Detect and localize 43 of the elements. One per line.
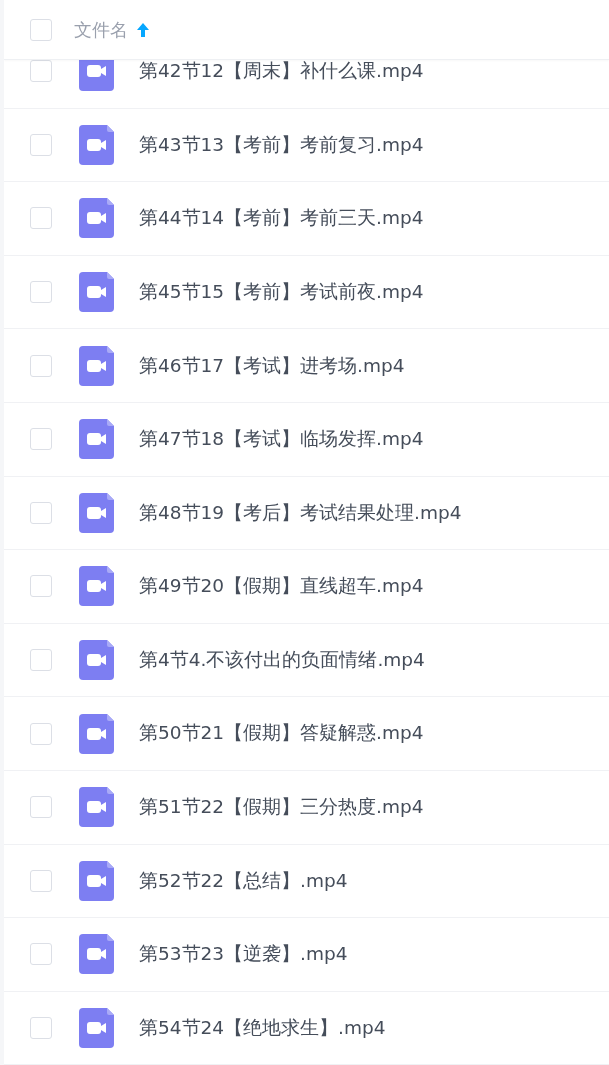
file-name[interactable]: 第49节20【假期】直线超车.mp4	[139, 576, 424, 597]
file-name[interactable]: 第42节12【周末】补什么课.mp4	[139, 61, 424, 82]
video-file-icon	[79, 713, 114, 754]
row-checkbox[interactable]	[30, 722, 52, 745]
row-checkbox[interactable]	[30, 869, 52, 892]
row-checkbox[interactable]	[30, 133, 52, 156]
row-checkbox[interactable]	[30, 501, 52, 524]
file-name[interactable]: 第53节23【逆袭】.mp4	[139, 944, 348, 965]
file-name[interactable]: 第47节18【考试】临场发挥.mp4	[139, 429, 424, 450]
file-name[interactable]: 第48节19【考后】考试结果处理.mp4	[139, 502, 462, 524]
video-file-icon	[79, 492, 114, 533]
file-name[interactable]: 第54节24【绝地求生】.mp4	[139, 1017, 386, 1039]
file-name[interactable]: 第45节15【考前】考试前夜.mp4	[139, 281, 424, 303]
video-file-icon	[79, 934, 114, 975]
video-file-icon	[79, 345, 114, 386]
video-file-icon	[79, 198, 114, 239]
select-all-checkbox[interactable]	[30, 18, 52, 41]
row-checkbox[interactable]	[30, 428, 52, 451]
video-file-icon	[79, 1008, 114, 1048]
row-checkbox[interactable]	[30, 1017, 52, 1039]
file-name[interactable]: 第46节17【考试】进考场.mp4	[139, 355, 405, 376]
file-name[interactable]: 第43节13【考前】考前复习.mp4	[139, 134, 424, 156]
row-checkbox[interactable]	[30, 649, 52, 672]
video-file-icon	[79, 787, 114, 828]
file-name[interactable]: 第52节22【总结】.mp4	[139, 870, 348, 891]
file-name[interactable]: 第50节21【假期】答疑解惑.mp4	[139, 723, 424, 744]
file-name[interactable]: 第51节22【假期】三分热度.mp4	[139, 797, 424, 818]
file-name[interactable]: 第44节14【考前】考前三天.mp4	[139, 208, 424, 229]
row-checkbox[interactable]	[30, 60, 52, 83]
video-file-icon	[79, 860, 114, 901]
row-checkbox[interactable]	[30, 354, 52, 377]
row-checkbox[interactable]	[30, 575, 52, 598]
row-checkbox[interactable]	[30, 281, 52, 304]
row-checkbox[interactable]	[30, 207, 52, 230]
video-file-icon	[79, 124, 114, 165]
row-checkbox[interactable]	[30, 796, 52, 819]
video-file-icon	[79, 419, 114, 460]
row-checkbox[interactable]	[30, 943, 52, 966]
file-name[interactable]: 第4节4.不该付出的负面情绪.mp4	[139, 649, 425, 671]
sort-arrow-icon[interactable]	[136, 21, 150, 38]
video-file-icon	[79, 640, 114, 681]
video-file-icon	[79, 272, 114, 313]
video-file-icon	[79, 566, 114, 607]
